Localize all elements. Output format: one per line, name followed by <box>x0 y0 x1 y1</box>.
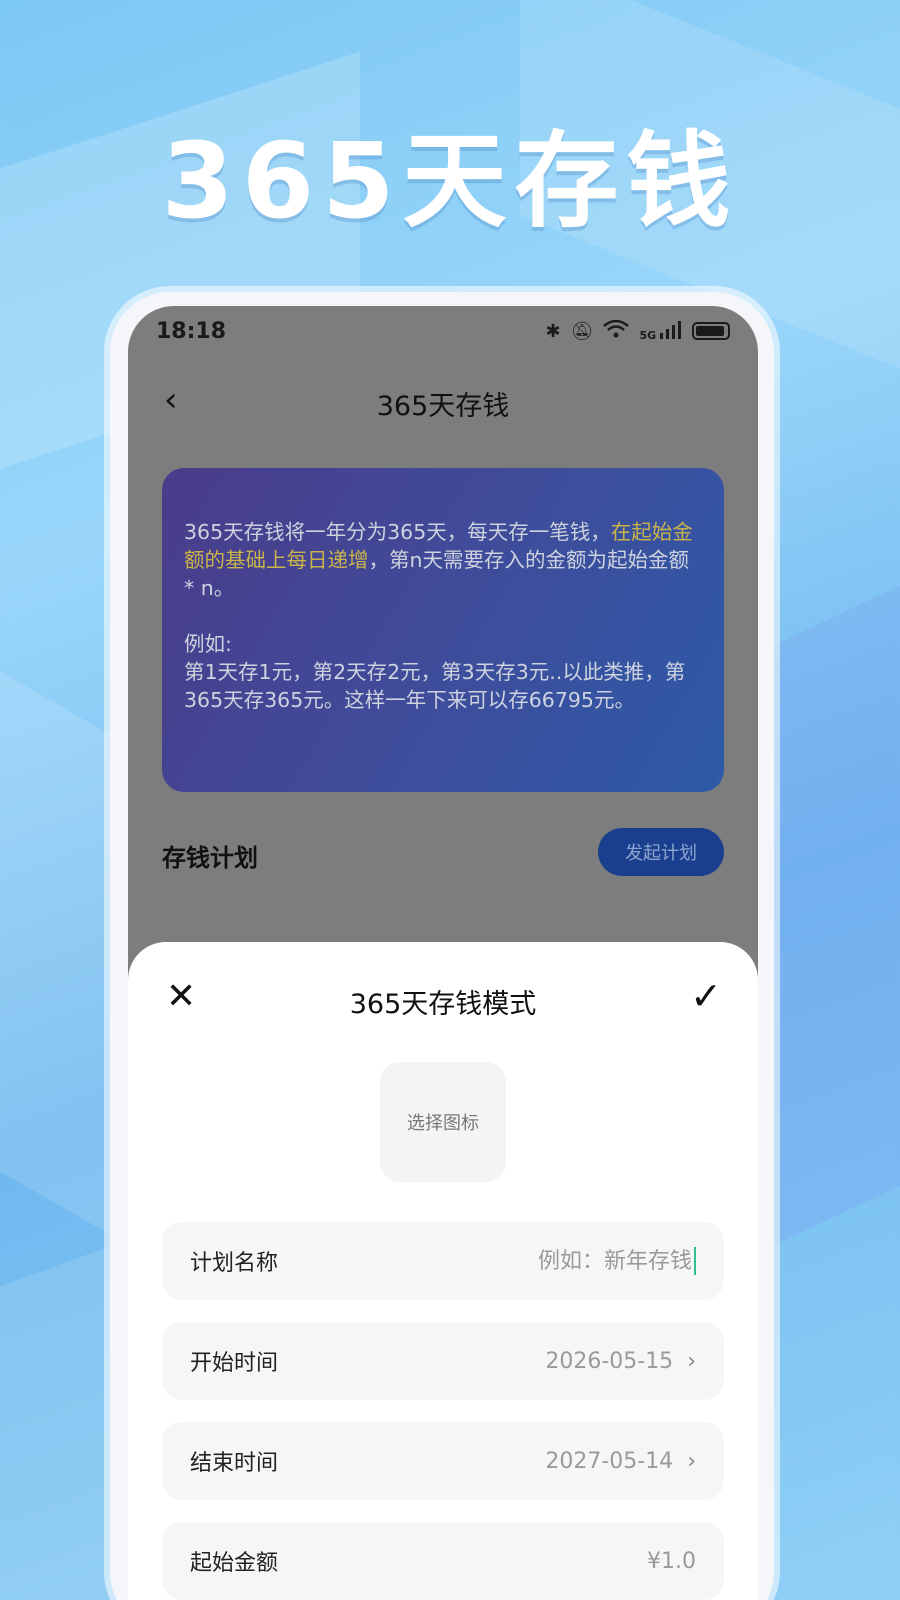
row-value: ¥1.0 <box>647 1549 696 1574</box>
row-label: 结束时间 <box>190 1451 279 1476</box>
start-plan-button[interactable]: 发起计划 <box>598 828 724 876</box>
start-date-row[interactable]: 开始时间 2026-05-15 › <box>162 1322 724 1400</box>
info-text: 365天存钱将一年分为365天，每天存一笔钱， <box>184 520 611 544</box>
bottom-sheet: ✕ 365天存钱模式 ✓ 选择图标 计划名称 开始时间 2026-05-15 › <box>128 942 758 1600</box>
chevron-right-icon: › <box>687 1448 696 1474</box>
start-date-value: 2026-05-15 <box>545 1348 674 1374</box>
wifi-icon <box>603 319 630 344</box>
end-date-row[interactable]: 结束时间 2027-05-14 › <box>162 1422 724 1500</box>
status-time: 18:18 <box>156 318 227 344</box>
bluetooth-icon: ✱ <box>545 320 561 342</box>
end-date-value: 2027-05-14 <box>545 1448 674 1474</box>
plan-name-row[interactable]: 计划名称 <box>162 1222 724 1300</box>
network-type: 5G <box>639 328 657 342</box>
start-amount-value: ¥1.0 <box>647 1548 696 1574</box>
start-amount-row[interactable]: 起始金额 ¥1.0 <box>162 1522 724 1600</box>
sheet-title: 365天存钱模式 <box>349 989 537 1020</box>
background-facet <box>760 548 900 1252</box>
row-label: 开始时间 <box>190 1351 279 1376</box>
sheet-header: ✕ 365天存钱模式 ✓ <box>128 972 758 1028</box>
plan-name-input[interactable] <box>452 1248 692 1274</box>
page-title: 365天存钱 <box>376 391 510 422</box>
status-icons: ✱ 🔕︎ 5G <box>546 319 730 344</box>
phone-screen: 18:18 ✱ 🔕︎ 5G ‹ 365天存钱 365天存钱将一年分为365天，每… <box>128 306 758 1600</box>
confirm-check-icon[interactable]: ✓ <box>690 974 722 1018</box>
status-bar: 18:18 ✱ 🔕︎ 5G <box>128 306 758 356</box>
info-paragraph: 365天存钱将一年分为365天，每天存一笔钱，在起始金额的基础上每日递增，第n天… <box>184 518 702 602</box>
promo-title: 365天存钱 <box>161 120 739 242</box>
example-text: 第1天存1元，第2天存2元，第3天存3元..以此类推，第365天存365元。这样… <box>184 660 686 712</box>
mute-bell-icon: 🔕︎ <box>570 320 594 342</box>
signal-icon: 5G <box>639 320 682 342</box>
row-label: 计划名称 <box>190 1251 279 1276</box>
info-card: 365天存钱将一年分为365天，每天存一笔钱，在起始金额的基础上每日递增，第n天… <box>162 468 724 792</box>
info-example: 例如: 第1天存1元，第2天存2元，第3天存3元..以此类推，第365天存365元… <box>184 630 702 714</box>
row-value <box>452 1247 696 1275</box>
chevron-right-icon: › <box>687 1348 696 1374</box>
row-label: 起始金额 <box>190 1551 279 1576</box>
text-caret <box>694 1247 696 1275</box>
nav-bar: ‹ 365天存钱 <box>128 372 758 432</box>
row-value: 2027-05-14 › <box>545 1449 696 1474</box>
select-icon-label: 选择图标 <box>407 1113 479 1134</box>
example-label: 例如: <box>184 632 232 656</box>
plan-section-header: 存钱计划 发起计划 <box>162 828 724 876</box>
select-icon-button[interactable]: 选择图标 <box>380 1062 506 1182</box>
phone-frame: 18:18 ✱ 🔕︎ 5G ‹ 365天存钱 365天存钱将一年分为365天，每… <box>110 292 774 1600</box>
section-title: 存钱计划 <box>162 844 258 872</box>
row-value: 2026-05-15 › <box>545 1349 696 1374</box>
battery-icon <box>692 322 730 340</box>
